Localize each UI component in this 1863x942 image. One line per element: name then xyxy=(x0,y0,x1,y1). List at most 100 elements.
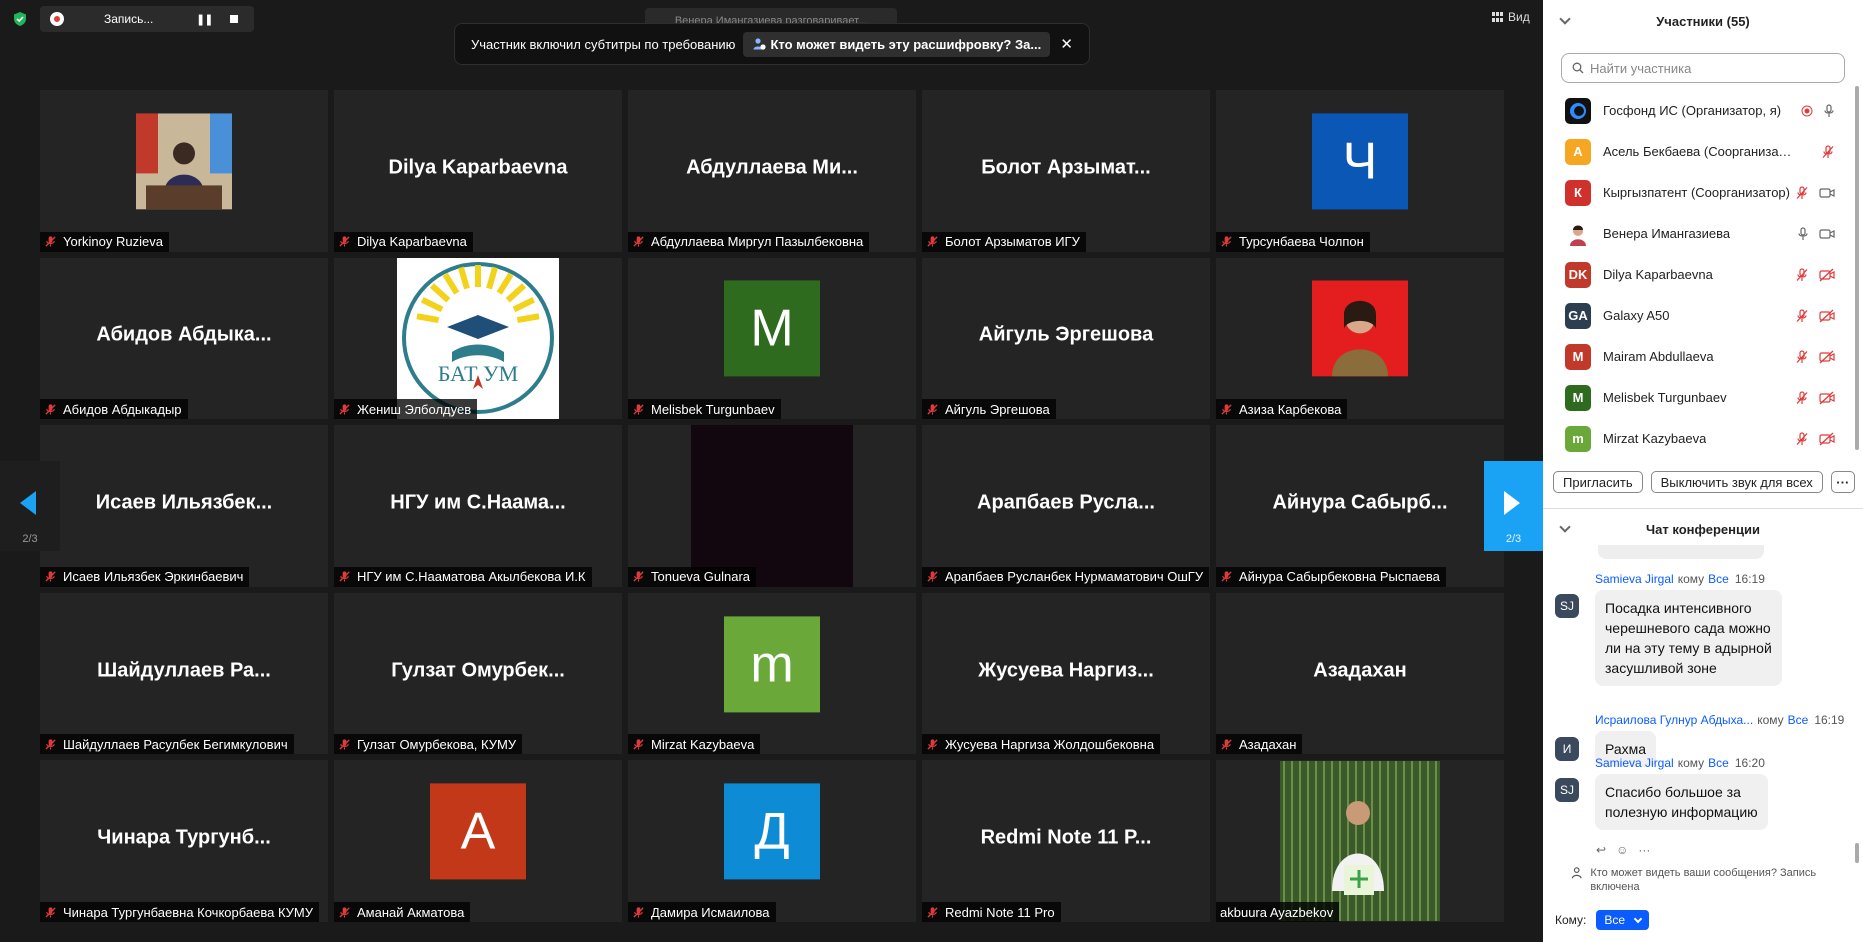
participant-list-item[interactable]: DKDilya Kaparbaevna xyxy=(1543,254,1863,295)
mic-muted-icon[interactable] xyxy=(1795,186,1809,200)
close-icon[interactable]: ✕ xyxy=(1060,35,1073,53)
video-camera-off-icon[interactable] xyxy=(1819,309,1835,323)
participant-display-name: Жусуева Наргиз... xyxy=(922,659,1210,682)
video-camera-icon[interactable] xyxy=(1819,228,1835,240)
mic-muted-icon[interactable] xyxy=(1795,268,1809,282)
participant-tile[interactable]: mMirzat Kazybaeva xyxy=(628,593,916,755)
chat-recipient[interactable]: Все xyxy=(1708,756,1729,770)
participant-tile[interactable]: MMelisbek Turgunbaev xyxy=(628,258,916,420)
reply-icon[interactable]: ↩ xyxy=(1596,843,1606,857)
participant-tile[interactable]: ЧТурсунбаева Чолпон xyxy=(1216,90,1504,252)
chat-scrollbar[interactable] xyxy=(1855,843,1859,863)
chat-sender-name[interactable]: Исраилова Гулнур Абдыха... xyxy=(1595,713,1753,727)
mic-muted-icon xyxy=(338,570,351,583)
chat-timestamp: 16:20 xyxy=(1735,756,1765,770)
panel-divider xyxy=(1543,508,1863,509)
chat-recipient[interactable]: Все xyxy=(1708,572,1729,586)
participant-tile[interactable]: Чинара Тургунб...Чинара Тургунбаевна Коч… xyxy=(40,760,328,922)
mic-icon[interactable] xyxy=(1797,227,1809,241)
view-button[interactable]: Вид xyxy=(1492,10,1530,24)
mic-muted-icon xyxy=(338,738,351,751)
stop-recording-button[interactable] xyxy=(230,15,238,23)
video-camera-off-icon[interactable] xyxy=(1819,350,1835,364)
participant-tile[interactable]: БАТ УМ Жениш Элболдуев xyxy=(334,258,622,420)
invite-button[interactable]: Пригласить xyxy=(1553,471,1643,493)
participant-status-icons xyxy=(1797,227,1835,241)
participant-tile[interactable]: АзадаханАзадахан xyxy=(1216,593,1504,755)
participant-list-item[interactable]: Госфонд ИС (Организатор, я) xyxy=(1543,90,1863,131)
participant-name-label: Исаев Ильязбек Эркинбаевич xyxy=(40,567,249,587)
participant-name-text: Дамира Исмаилова xyxy=(651,905,770,920)
chat-message-meta: Samieva Jirgal кому Все 16:19 xyxy=(1595,572,1855,586)
participant-list-item[interactable]: GAGalaxy A50 xyxy=(1543,295,1863,336)
page-indicator-right: 2/3 xyxy=(1484,533,1543,545)
video-camera-icon[interactable] xyxy=(1819,187,1835,199)
mic-muted-icon xyxy=(338,403,351,416)
chat-sender-name[interactable]: Samieva Jirgal xyxy=(1595,756,1674,770)
mic-icon[interactable] xyxy=(1823,104,1835,118)
participant-tile[interactable]: Tonueva Gulnara xyxy=(628,425,916,587)
participant-list-item[interactable]: MMelisbek Turgunbaev xyxy=(1543,377,1863,418)
more-icon[interactable]: ··· xyxy=(1638,843,1650,857)
mute-all-button[interactable]: Выключить звук для всех xyxy=(1651,471,1823,493)
mic-muted-icon[interactable] xyxy=(1795,309,1809,323)
mic-muted-icon[interactable] xyxy=(1821,145,1835,159)
participant-display-name: НГУ им С.Наама... xyxy=(334,491,622,514)
participant-tile[interactable]: Айгуль ЭргешоваАйгуль Эргешова xyxy=(922,258,1210,420)
participant-tile[interactable]: Азиза Карбекова xyxy=(1216,258,1504,420)
participant-tile[interactable]: Айнура Сабырб...Айнура Сабырбековна Рысп… xyxy=(1216,425,1504,587)
more-options-button[interactable]: ··· xyxy=(1831,471,1855,493)
caption-notification-text: Участник включил субтитры по требованию xyxy=(471,37,735,52)
participant-tile[interactable]: Yorkinoy Ruzieva xyxy=(40,90,328,252)
participant-tile[interactable]: Арапбаев Русла...Арапбаев Русланбек Нурм… xyxy=(922,425,1210,587)
participant-name-label: Mirzat Kazybaeva xyxy=(628,734,760,754)
mic-muted-icon xyxy=(44,738,57,751)
participant-tile[interactable]: ААманай Акматова xyxy=(334,760,622,922)
participant-status-icons xyxy=(1795,432,1835,446)
chat-message-line: полезную информацию xyxy=(1605,802,1758,822)
recipient-select[interactable]: Все xyxy=(1596,910,1649,930)
next-page-button[interactable]: 2/3 xyxy=(1484,461,1543,551)
participant-tile[interactable]: Dilya KaparbaevnaDilya Kaparbaevna xyxy=(334,90,622,252)
video-camera-off-icon[interactable] xyxy=(1819,432,1835,446)
emoji-reaction-icon[interactable]: ☺ xyxy=(1616,843,1628,857)
participant-tile[interactable]: Исаев Ильязбек...Исаев Ильязбек Эркинбае… xyxy=(40,425,328,587)
participant-status-icons xyxy=(1795,350,1835,364)
participant-list-item[interactable]: ААсель Бекбаева (Соорганизатор) xyxy=(1543,131,1863,172)
participant-list-item[interactable]: mMirzat Kazybaeva xyxy=(1543,418,1863,452)
previous-page-button[interactable]: 2/3 xyxy=(0,461,60,551)
participant-list-item[interactable]: Венера Имангазиева xyxy=(1543,213,1863,254)
video-camera-off-icon[interactable] xyxy=(1819,391,1835,405)
participant-tile[interactable]: Абидов Абдыка...Абидов Абдыкадыр xyxy=(40,258,328,420)
mic-muted-icon[interactable] xyxy=(1795,432,1809,446)
person-info-icon xyxy=(1571,866,1584,880)
participant-tile[interactable]: Гулзат Омурбек...Гулзат Омурбекова, КУМУ xyxy=(334,593,622,755)
participant-avatar xyxy=(1565,98,1591,124)
chat-message-meta: Samieva Jirgal кому Все 16:20 xyxy=(1595,756,1855,770)
participant-tile[interactable]: Жусуева Наргиз...Жусуева Наргиза Жолдошб… xyxy=(922,593,1210,755)
chat-privacy-notice[interactable]: Кто может видеть ваши сообщения? Запись … xyxy=(1571,866,1855,894)
participant-tile[interactable]: Шайдуллаев Ра...Шайдуллаев Расулбек Беги… xyxy=(40,593,328,755)
transcript-visibility-link[interactable]: Кто может видеть эту расшифровку? За... xyxy=(743,32,1050,57)
pause-recording-button[interactable]: ❚❚ xyxy=(196,13,212,26)
chat-sender-name[interactable]: Samieva Jirgal xyxy=(1595,572,1674,586)
participant-list-scrollbar[interactable] xyxy=(1855,86,1859,450)
participant-tile[interactable]: Абдуллаева Ми...Абдуллаева Миргул Пазылб… xyxy=(628,90,916,252)
participant-search-input[interactable] xyxy=(1590,61,1830,76)
mic-muted-icon[interactable] xyxy=(1795,391,1809,405)
collapse-participants-chevron-icon[interactable] xyxy=(1559,13,1570,24)
participant-tile[interactable]: akbuura Ayazbekov xyxy=(1216,760,1504,922)
security-shield-icon[interactable] xyxy=(12,11,28,27)
participant-list-item[interactable]: ККыргызпатент (Соорганизатор) xyxy=(1543,172,1863,213)
participant-tile[interactable]: НГУ им С.Наама...НГУ им С.Нааматова Акыл… xyxy=(334,425,622,587)
mic-muted-icon xyxy=(926,738,939,751)
chat-recipient[interactable]: Все xyxy=(1788,713,1809,727)
participant-tile[interactable]: Redmi Note 11 P...Redmi Note 11 Pro xyxy=(922,760,1210,922)
mic-muted-icon xyxy=(632,235,645,248)
mic-muted-icon[interactable] xyxy=(1795,350,1809,364)
participant-tile[interactable]: ДДамира Исмаилова xyxy=(628,760,916,922)
collapse-chat-chevron-icon[interactable] xyxy=(1559,521,1570,532)
participant-tile[interactable]: Болот Арзымат...Болот Арзыматов ИГУ xyxy=(922,90,1210,252)
video-camera-off-icon[interactable] xyxy=(1819,268,1835,282)
participant-list-item[interactable]: MMairam Abdullaeva xyxy=(1543,336,1863,377)
